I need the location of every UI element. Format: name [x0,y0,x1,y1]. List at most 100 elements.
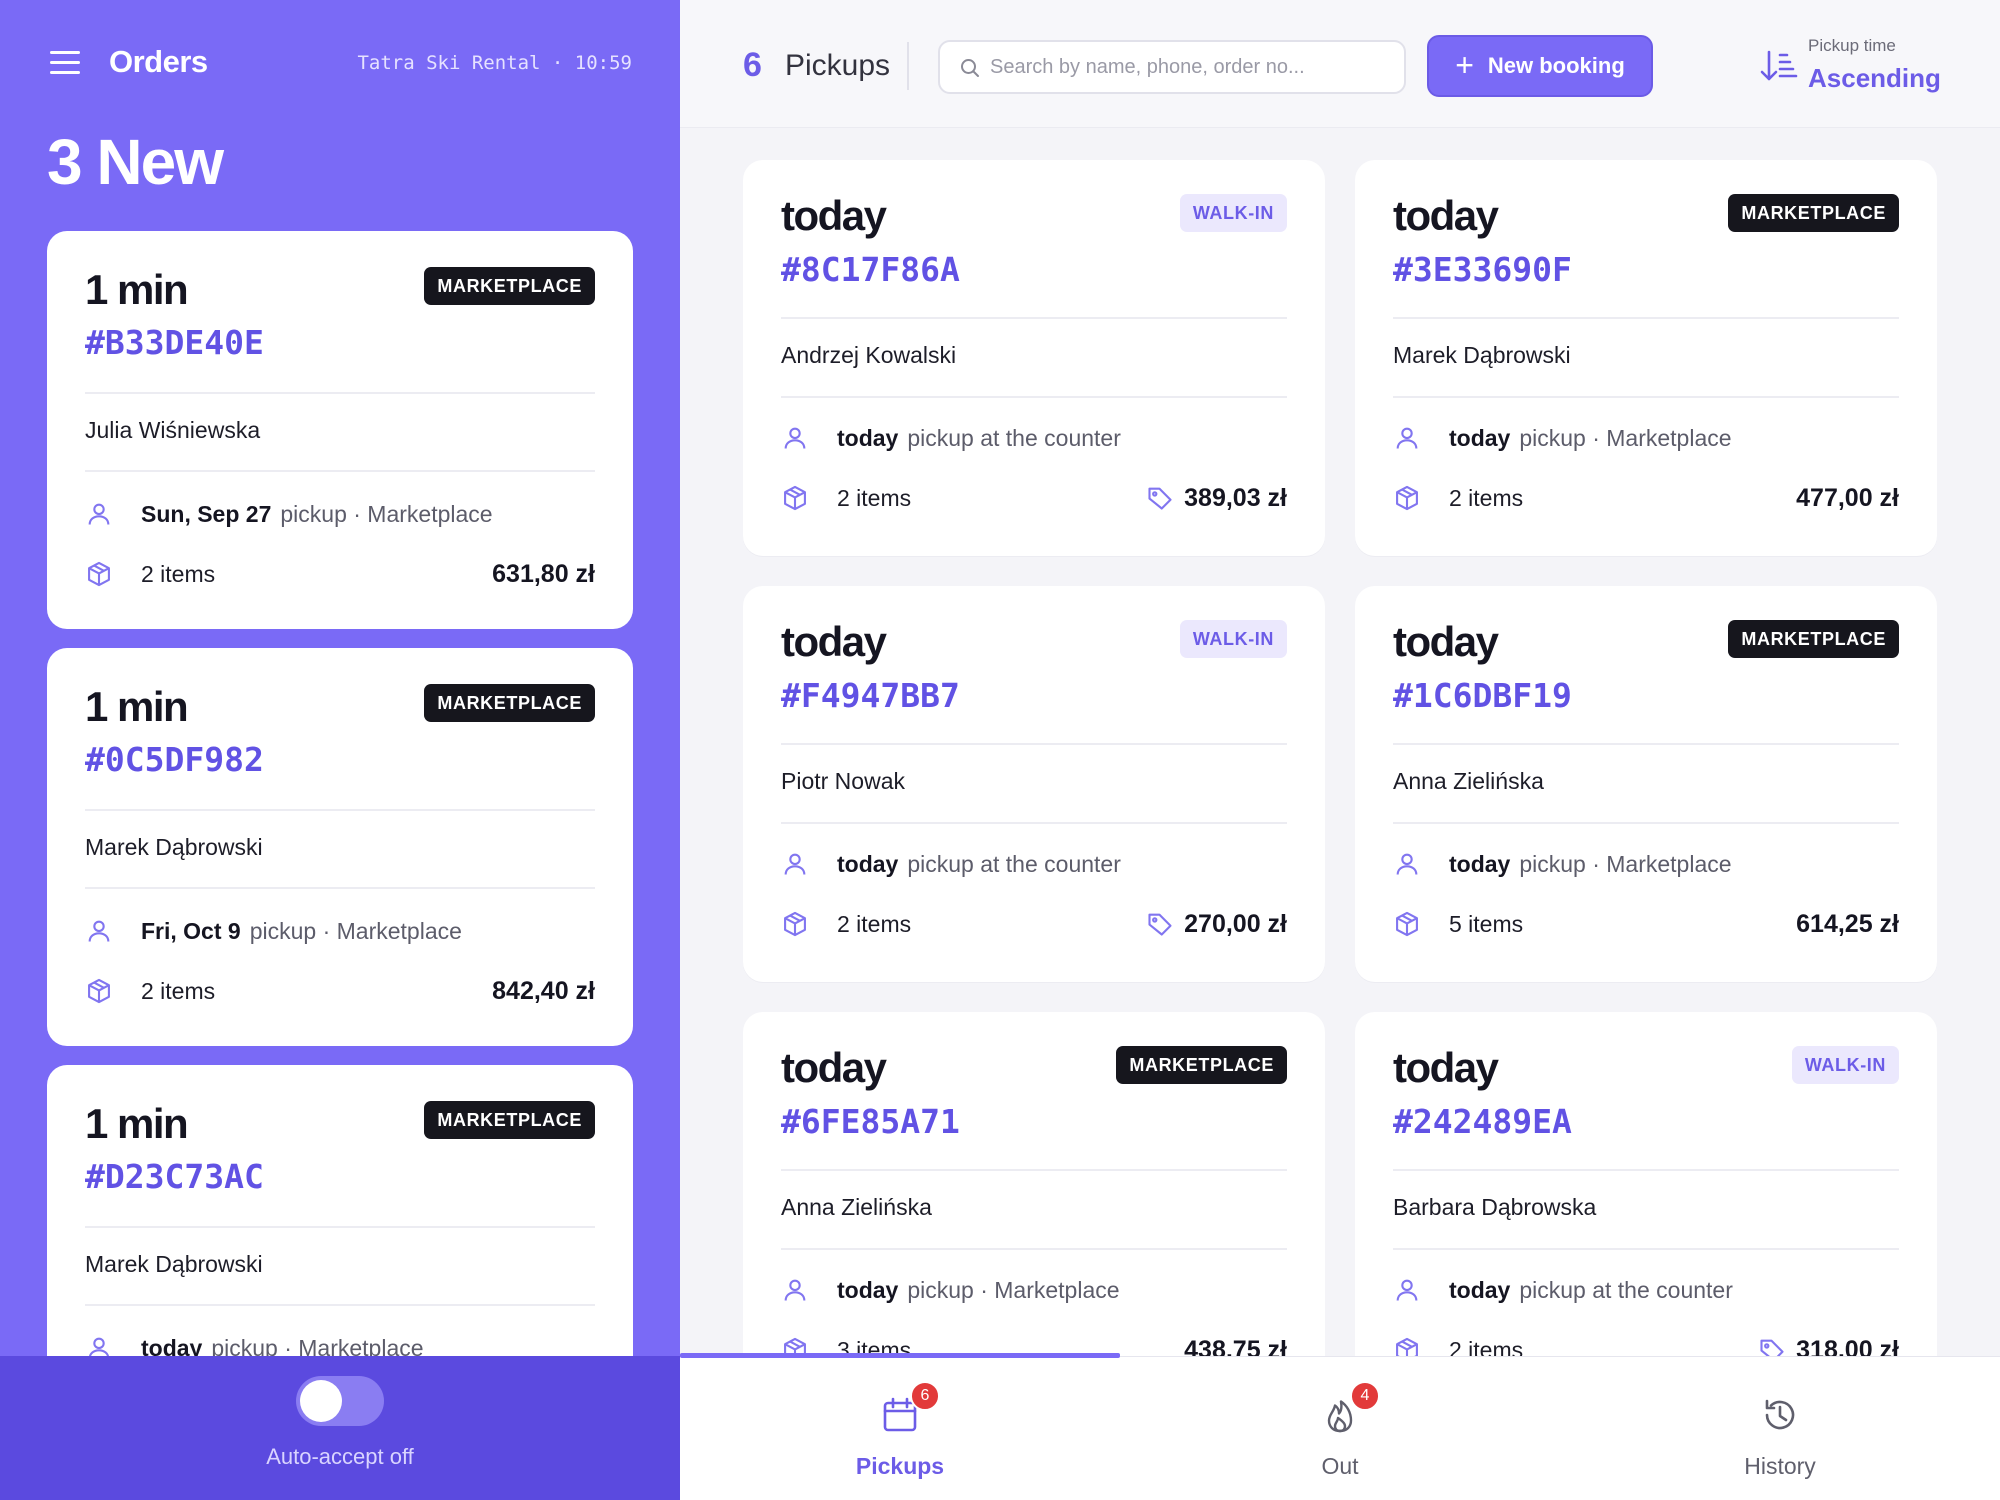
pickup-line: Fri, Oct 9 pickup · Marketplace [85,913,462,949]
pickups-panel: 6 Pickups + New booking Pickup time Asce… [680,0,2000,1500]
divider [781,1169,1287,1171]
items-count: 2 items [141,977,216,1004]
pickup-card[interactable]: today MARKETPLACE #3E33690F Marek Dąbrowski… [1355,160,1937,556]
channel-badge: MARKETPLACE [424,684,595,722]
items-count: 2 items [141,560,216,587]
divider [85,809,595,811]
new-orders-list: 1 min MARKETPLACE #B33DE40E Julia Wiśnie… [47,231,633,1482]
search-input[interactable] [990,42,1390,92]
price-tag-icon [1146,910,1174,938]
pickup-when: today [1393,1044,1499,1091]
customer-name: Piotr Nowak [781,768,905,794]
pickup-card[interactable]: today WALK-IN #242489EA Barbara Dąbrowska to… [1355,1012,1937,1408]
pickup-description: pickup · Marketplace [1519,424,1732,451]
items-line: 2 items [781,906,911,942]
customer-name: Anna Zielińska [781,1194,932,1220]
items-line: 5 items [1393,906,1523,942]
channel-badge: MARKETPLACE [424,267,595,305]
divider [85,392,595,394]
sort-value: Ascending [1808,63,1941,93]
search-icon [961,59,979,77]
person-icon [1393,424,1421,452]
person-icon [781,1276,809,1304]
pickup-description: pickup · Marketplace [280,500,493,527]
customer-name: Andrzej Kowalski [781,342,957,368]
menu-icon[interactable] [50,50,80,76]
pickup-description: pickup · Marketplace [1519,850,1732,877]
tab-label: Out [1321,1453,1359,1479]
pickup-card[interactable]: today WALK-IN #8C17F86A Andrzej Kowalski tod… [743,160,1325,556]
new-order-card[interactable]: 1 min MARKETPLACE #B33DE40E Julia Wiśnie… [47,231,633,629]
divider [1393,396,1899,398]
person-icon [781,424,809,452]
auto-accept-toggle[interactable] [296,1376,384,1426]
divider [85,1226,595,1228]
toggle-knob [300,1380,342,1422]
auto-accept-label: Auto-accept off [266,1444,414,1469]
new-booking-label: New booking [1487,53,1625,78]
order-total: 477,00 zł [1796,480,1899,516]
out-badge: 4 [1350,1381,1380,1411]
pickup-day: today [837,424,899,451]
box-icon [1393,910,1421,938]
items-line: 2 items [85,556,215,592]
person-icon [1393,1276,1421,1304]
pickup-description: pickup · Marketplace [249,917,462,944]
order-id: #D23C73AC [85,1157,264,1196]
tab-out[interactable]: 4 Out [1120,1357,1560,1500]
divider [1393,317,1899,319]
price-value: 477,00 zł [1796,483,1899,512]
pickups-toolbar: 6 Pickups + New booking Pickup time Asce… [680,0,2000,128]
pickups-count: 6 [743,46,762,84]
order-id: #B33DE40E [85,323,264,362]
channel-badge: MARKETPLACE [424,1101,595,1139]
search-box[interactable] [938,40,1406,94]
pickup-day: today [837,850,899,877]
order-age: 1 min [85,1100,189,1147]
divider [85,887,595,889]
order-id: #6FE85A71 [781,1102,960,1141]
divider [85,470,595,472]
items-count: 2 items [837,910,912,937]
box-icon [85,560,113,588]
items-line: 2 items [781,480,911,516]
order-total: 842,40 zł [492,976,595,1005]
pickup-card[interactable]: today MARKETPLACE #1C6DBF19 Anna Zielińska t… [1355,586,1937,982]
pickup-when: today [1393,618,1499,665]
person-icon [1393,850,1421,878]
price-value: 389,03 zł [1184,483,1287,512]
pickup-day: today [1449,850,1511,877]
divider [1393,743,1899,745]
order-id: #F4947BB7 [781,676,960,715]
customer-name: Marek Dąbrowski [85,1251,263,1277]
pickup-line: today pickup · Marketplace [1393,846,1732,882]
order-id: #8C17F86A [781,250,960,289]
pickup-card[interactable]: today MARKETPLACE #6FE85A71 Anna Zielińska t… [743,1012,1325,1408]
tab-history[interactable]: History [1560,1357,2000,1500]
pickup-when: today [781,618,887,665]
items-line: 2 items [85,973,215,1009]
person-icon [85,917,113,945]
pickup-description: pickup at the counter [1519,1276,1733,1303]
pickup-day: Sun, Sep 27 [141,500,272,527]
pickup-line: today pickup at the counter [781,846,1121,882]
new-booking-button[interactable]: + New booking [1427,35,1653,97]
pickups-label: Pickups [785,49,891,82]
tab-pickups[interactable]: 6 Pickups [680,1357,1120,1500]
items-line: 2 items [1393,480,1523,516]
divider [85,1304,595,1306]
pickup-line: Sun, Sep 27 pickup · Marketplace [85,496,493,532]
pickup-card[interactable]: today WALK-IN #F4947BB7 Piotr Nowak today pic… [743,586,1325,982]
auto-accept-bar: Auto-accept off [0,1356,680,1500]
items-count: 2 items [837,484,912,511]
divider [1393,1169,1899,1171]
pickup-description: pickup at the counter [907,850,1121,877]
items-count: 2 items [1449,484,1524,511]
pickup-when: today [1393,192,1499,239]
order-id: #0C5DF982 [85,740,264,779]
divider [781,822,1287,824]
new-order-card[interactable]: 1 min MARKETPLACE #0C5DF982 Marek Dąbrow… [47,648,633,1046]
person-icon [85,500,113,528]
divider [781,1248,1287,1250]
sort-control[interactable]: Pickup time Ascending [1758,30,1958,100]
